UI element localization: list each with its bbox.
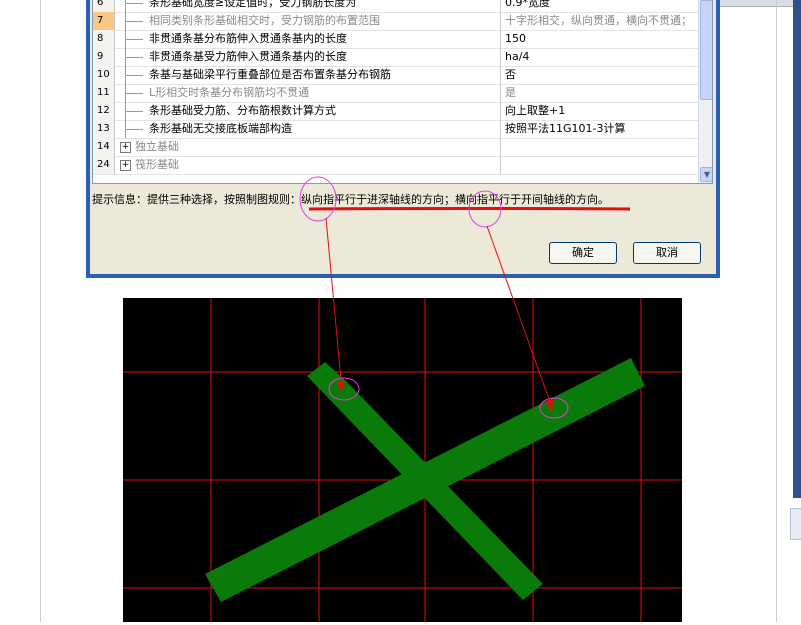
setting-value-cell[interactable]: 按照平法11G101-3计算	[502, 120, 698, 138]
setting-name-cell: 条形基础宽度≥设定值时，受力钢筋长度为	[115, 0, 501, 12]
tree-connector	[125, 57, 143, 58]
setting-label: 条形基础受力筋、分布筋根数计算方式	[149, 104, 336, 117]
right-side-tab[interactable]	[790, 508, 801, 540]
setting-label: 独立基础	[135, 140, 179, 153]
row-number: 7	[93, 12, 115, 30]
grid-row[interactable]: 8 非贯通条基分布筋伸入贯通条基内的长度 150	[93, 30, 698, 49]
row-number: 10	[93, 66, 115, 84]
setting-name-cell: + 独立基础	[115, 138, 501, 156]
expand-plus-icon[interactable]: +	[120, 142, 131, 153]
setting-value-cell[interactable]: ha/4	[502, 48, 698, 66]
tree-connector	[125, 0, 126, 12]
setting-name-cell: 条形基础受力筋、分布筋根数计算方式	[115, 102, 501, 120]
tree-connector	[125, 129, 143, 130]
page-border-left	[40, 0, 41, 622]
row-number: 9	[93, 48, 115, 66]
setting-label: 条形基础宽度≥设定值时，受力钢筋长度为	[149, 0, 357, 9]
setting-label: 条形基础无交接底板端部构造	[149, 122, 292, 135]
setting-value-cell[interactable]: 0.9*宽度	[502, 0, 698, 12]
expand-plus-icon[interactable]: +	[120, 160, 131, 171]
dialog-body: 6 条形基础宽度≥设定值时，受力钢筋长度为 0.9*宽度 7 相同类别条形基础相交时，受…	[90, 0, 716, 274]
ok-button[interactable]: 确定	[549, 242, 617, 264]
tree-connector	[125, 111, 143, 112]
grid-group-row[interactable]: 14 + 独立基础	[93, 138, 698, 157]
setting-name-cell: + 筏形基础	[115, 156, 501, 174]
setting-value-cell[interactable]: 十字形相交，纵向贯通，横向不贯通；	[502, 12, 698, 30]
setting-label: 非贯通条基分布筋伸入贯通条基内的长度	[149, 32, 347, 45]
cad-drawing-canvas[interactable]	[123, 298, 682, 622]
setting-value-cell	[502, 156, 698, 174]
hint-text: 提示信息：提供三种选择，按照制图规则：纵向指平行于进深轴线的方向；横向指平行于开…	[92, 191, 609, 207]
grid-row[interactable]: 10 条基与基础梁平行重叠部位是否布置条基分布钢筋 否	[93, 66, 698, 85]
scroll-down-arrow-icon[interactable]: ▼	[700, 167, 712, 182]
setting-value-cell[interactable]: 否	[502, 66, 698, 84]
tree-connector	[125, 39, 143, 40]
tree-connector	[125, 75, 143, 76]
setting-name-cell: 相同类别条形基础相交时，受力钢筋的布置范围	[115, 12, 501, 30]
setting-name-cell: 条基与基础梁平行重叠部位是否布置条基分布钢筋	[115, 66, 501, 84]
hint-highlight: 纵向指平行于进深轴线的方向；横向指平行于开间轴线的方向。	[301, 193, 609, 206]
row-number: 13	[93, 120, 115, 138]
grid-row[interactable]: 13 条形基础无交接底板端部构造 按照平法11G101-3计算	[93, 120, 698, 139]
grid-scrollbar[interactable]: ▼	[698, 0, 712, 183]
setting-value-cell[interactable]: 向上取整+1	[502, 102, 698, 120]
scrollbar-thumb[interactable]	[700, 0, 712, 100]
tree-connector	[125, 21, 143, 22]
setting-value-cell[interactable]: 是	[502, 84, 698, 102]
setting-label: 条基与基础梁平行重叠部位是否布置条基分布钢筋	[149, 68, 391, 81]
right-sidebar-strip	[793, 0, 801, 498]
setting-name-cell: 条形基础无交接底板端部构造	[115, 120, 501, 138]
row-number: 12	[93, 102, 115, 120]
setting-label: 相同类别条形基础相交时，受力钢筋的布置范围	[149, 14, 380, 27]
setting-label: L形相交时条基分布钢筋均不贯通	[149, 86, 310, 99]
setting-name-cell: L形相交时条基分布钢筋均不贯通	[115, 84, 501, 102]
hint-prefix: 提示信息：提供三种选择，按照制图规则：	[92, 193, 301, 206]
grid-row[interactable]: 11 L形相交时条基分布钢筋均不贯通 是	[93, 84, 698, 103]
row-number: 6	[93, 0, 115, 12]
cancel-button[interactable]: 取消	[633, 242, 701, 264]
page-border-right	[776, 0, 777, 622]
settings-grid: 6 条形基础宽度≥设定值时，受力钢筋长度为 0.9*宽度 7 相同类别条形基础相交时，受…	[92, 0, 713, 184]
setting-name-cell: 非贯通条基受力筋伸入贯通条基内的长度	[115, 48, 501, 66]
setting-value-cell	[502, 138, 698, 156]
tree-connector	[125, 3, 143, 4]
grid-row[interactable]: 7 相同类别条形基础相交时，受力钢筋的布置范围 十字形相交，纵向贯通，横向不贯通；	[93, 12, 698, 31]
grid-group-row[interactable]: 24 + 筏形基础	[93, 156, 698, 175]
grid-row[interactable]: 12 条形基础受力筋、分布筋根数计算方式 向上取整+1	[93, 102, 698, 121]
settings-dialog: 6 条形基础宽度≥设定值时，受力钢筋长度为 0.9*宽度 7 相同类别条形基础相交时，受…	[86, 0, 720, 278]
drawing-svg	[123, 298, 682, 622]
row-number: 8	[93, 30, 115, 48]
setting-name-cell: 非贯通条基分布筋伸入贯通条基内的长度	[115, 30, 501, 48]
tree-connector	[125, 93, 143, 94]
setting-label: 筏形基础	[135, 158, 179, 171]
row-number: 24	[93, 156, 115, 174]
grid-row[interactable]: 9 非贯通条基受力筋伸入贯通条基内的长度 ha/4	[93, 48, 698, 67]
row-number: 11	[93, 84, 115, 102]
row-number: 14	[93, 138, 115, 156]
setting-label: 非贯通条基受力筋伸入贯通条基内的长度	[149, 50, 347, 63]
setting-value-cell[interactable]: 150	[502, 30, 698, 48]
